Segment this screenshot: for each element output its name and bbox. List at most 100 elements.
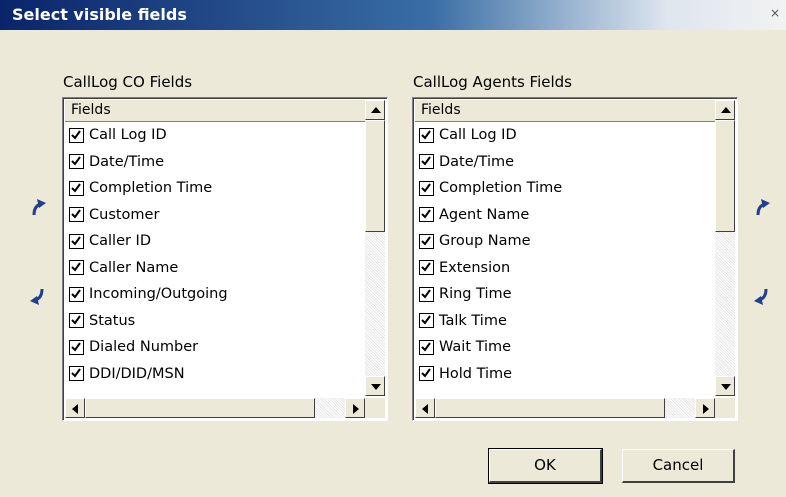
- field-checkbox[interactable]: [419, 286, 434, 302]
- checkmark-icon: [421, 183, 431, 193]
- right-scroll-up-button[interactable]: [715, 100, 735, 120]
- field-checkbox[interactable]: [69, 366, 84, 382]
- left-fields-list[interactable]: Fields Call Log ID Date/Time Completion Ti…: [62, 97, 388, 421]
- scroll-up-arrow-icon: [721, 107, 731, 113]
- field-row[interactable]: Caller ID: [65, 228, 365, 255]
- field-checkbox[interactable]: [419, 233, 434, 249]
- right-move-up-button[interactable]: [752, 196, 772, 218]
- left-scroll-corner: [365, 398, 385, 418]
- checkmark-icon: [71, 289, 81, 299]
- field-checkbox[interactable]: [419, 260, 434, 276]
- right-fields-list[interactable]: Fields Call Log ID Date/Time Completion Ti…: [412, 97, 738, 421]
- left-scroll-thumb[interactable]: [365, 120, 385, 232]
- field-checkbox[interactable]: [69, 339, 84, 355]
- field-checkbox[interactable]: [69, 180, 84, 196]
- close-icon[interactable]: ×: [768, 6, 782, 20]
- checkmark-icon: [71, 130, 81, 140]
- field-checkbox[interactable]: [419, 207, 434, 223]
- title-bar: Select visible fields ×: [0, 0, 786, 30]
- field-label: DDI/DID/MSN: [89, 365, 185, 382]
- right-scroll-right-button[interactable]: [695, 398, 715, 418]
- field-row[interactable]: Customer: [65, 202, 365, 229]
- field-checkbox[interactable]: [419, 313, 434, 329]
- right-fields-column-header[interactable]: Fields: [415, 100, 717, 122]
- field-row[interactable]: Status: [65, 308, 365, 335]
- right-horizontal-scrollbar[interactable]: [415, 398, 715, 418]
- checkmark-icon: [71, 183, 81, 193]
- field-checkbox[interactable]: [69, 286, 84, 302]
- field-checkbox[interactable]: [69, 233, 84, 249]
- left-hscroll-thumb[interactable]: [85, 398, 315, 418]
- field-row[interactable]: Hold Time: [415, 361, 715, 388]
- field-row[interactable]: Date/Time: [415, 149, 715, 176]
- checkmark-icon: [421, 368, 431, 378]
- left-move-down-button[interactable]: [28, 286, 48, 308]
- left-fields-items: Call Log ID Date/Time Completion Time Custo…: [65, 122, 365, 396]
- right-hscroll-thumb[interactable]: [435, 398, 665, 418]
- checkmark-icon: [71, 156, 81, 166]
- checkmark-icon: [421, 156, 431, 166]
- field-label: Talk Time: [439, 312, 507, 329]
- left-scroll-up-button[interactable]: [365, 100, 385, 120]
- field-checkbox[interactable]: [69, 260, 84, 276]
- field-row[interactable]: Date/Time: [65, 149, 365, 176]
- field-row[interactable]: Group Name: [415, 228, 715, 255]
- left-scroll-right-button[interactable]: [345, 398, 365, 418]
- field-checkbox[interactable]: [419, 366, 434, 382]
- checkmark-icon: [71, 315, 81, 325]
- checkmark-icon: [421, 236, 431, 246]
- field-label: Date/Time: [439, 153, 515, 170]
- field-row[interactable]: Agent Name: [415, 202, 715, 229]
- field-row[interactable]: Completion Time: [65, 175, 365, 202]
- right-vertical-scrollbar[interactable]: [715, 100, 735, 396]
- scroll-right-arrow-icon: [703, 404, 709, 414]
- right-panel-label: CallLog Agents Fields: [413, 73, 572, 91]
- checkmark-icon: [421, 315, 431, 325]
- field-checkbox[interactable]: [69, 154, 84, 170]
- field-row[interactable]: Incoming/Outgoing: [65, 281, 365, 308]
- left-horizontal-scrollbar[interactable]: [65, 398, 365, 418]
- field-row[interactable]: Talk Time: [415, 308, 715, 335]
- ok-button[interactable]: OK: [488, 448, 603, 484]
- field-checkbox[interactable]: [419, 127, 434, 143]
- field-label: Caller Name: [89, 259, 179, 276]
- checkmark-icon: [71, 368, 81, 378]
- left-scroll-left-button[interactable]: [65, 398, 85, 418]
- field-checkbox[interactable]: [69, 313, 84, 329]
- left-vertical-scrollbar[interactable]: [365, 100, 385, 396]
- field-checkbox[interactable]: [419, 180, 434, 196]
- field-checkbox[interactable]: [69, 127, 84, 143]
- scroll-left-arrow-icon: [422, 404, 428, 414]
- field-row[interactable]: Call Log ID: [415, 122, 715, 149]
- right-scroll-thumb[interactable]: [715, 120, 735, 232]
- select-visible-fields-dialog: Select visible fields × CallLog CO Field…: [0, 0, 786, 497]
- field-row[interactable]: Wait Time: [415, 334, 715, 361]
- cancel-button[interactable]: Cancel: [622, 449, 735, 483]
- scroll-right-arrow-icon: [353, 404, 359, 414]
- scroll-left-arrow-icon: [72, 404, 78, 414]
- field-checkbox[interactable]: [69, 207, 84, 223]
- left-panel-label: CallLog CO Fields: [63, 73, 193, 91]
- field-label: Completion Time: [89, 180, 213, 197]
- field-checkbox[interactable]: [419, 154, 434, 170]
- left-fields-column-header[interactable]: Fields: [65, 100, 367, 122]
- field-label: Dialed Number: [89, 339, 199, 356]
- right-scroll-left-button[interactable]: [415, 398, 435, 418]
- field-row[interactable]: DDI/DID/MSN: [65, 361, 365, 388]
- field-row[interactable]: Call Log ID: [65, 122, 365, 149]
- field-row[interactable]: Caller Name: [65, 255, 365, 282]
- field-row[interactable]: Ring Time: [415, 281, 715, 308]
- field-checkbox[interactable]: [419, 339, 434, 355]
- right-move-down-button[interactable]: [752, 286, 772, 308]
- curved-arrow-up-icon: [32, 199, 46, 216]
- field-row[interactable]: Dialed Number: [65, 334, 365, 361]
- right-scroll-down-button[interactable]: [715, 376, 735, 396]
- field-label: Ring Time: [439, 286, 512, 303]
- field-row[interactable]: Completion Time: [415, 175, 715, 202]
- checkmark-icon: [421, 289, 431, 299]
- field-label: Incoming/Outgoing: [89, 286, 228, 303]
- left-move-up-button[interactable]: [28, 196, 48, 218]
- field-label: Completion Time: [439, 180, 563, 197]
- left-scroll-down-button[interactable]: [365, 376, 385, 396]
- field-row[interactable]: Extension: [415, 255, 715, 282]
